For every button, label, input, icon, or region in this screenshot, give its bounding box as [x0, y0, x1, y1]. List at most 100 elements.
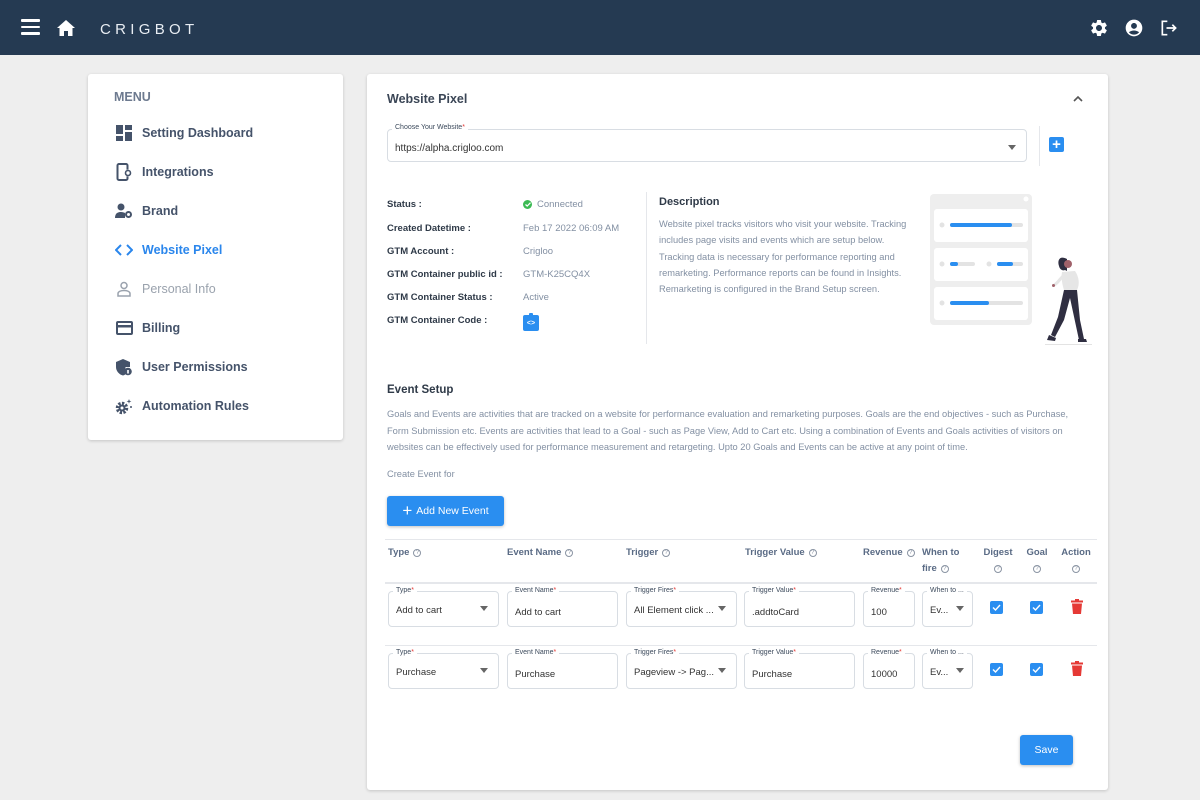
sidebar-item-personal-info[interactable]: Personal Info [115, 278, 216, 300]
info-key: GTM Account : [387, 246, 455, 257]
column-header-digest: Digest? [983, 547, 1013, 573]
help-icon[interactable]: ? [662, 549, 671, 557]
help-icon[interactable]: ? [906, 549, 915, 557]
person-icon [115, 280, 133, 298]
caret-down-icon [956, 668, 964, 673]
info-key: GTM Container Status : [387, 292, 493, 303]
info-key: GTM Container public id : [387, 269, 503, 280]
column-header-revenue: Revenue? [863, 545, 915, 561]
sidebar-item-label: Billing [142, 321, 181, 335]
info-value: Active [523, 292, 549, 303]
status-value: Connected [537, 199, 583, 210]
app-brand: CRIGBOT [100, 21, 199, 38]
caret-down-icon [480, 606, 488, 611]
shield-lock-icon [115, 358, 133, 376]
info-key: Status : [387, 199, 422, 210]
home-icon[interactable] [56, 19, 76, 37]
sidebar-item-integrations[interactable]: Integrations [115, 161, 214, 183]
help-icon[interactable]: ? [413, 549, 422, 557]
sidebar-item-label: User Permissions [142, 360, 248, 374]
credit-card-icon [115, 319, 133, 337]
add-new-event-button[interactable]: + Add New Event [387, 496, 504, 526]
delete-icon[interactable] [1071, 599, 1083, 614]
event-setup-text: Goals and Events are activities that are… [387, 409, 1069, 452]
help-icon[interactable]: ? [808, 549, 817, 557]
plus-icon: + [402, 501, 413, 520]
sidebar-item-automation-rules[interactable]: Automation Rules [115, 395, 249, 417]
column-header-trigger-value: Trigger Value? [745, 545, 817, 561]
help-icon[interactable]: ? [1033, 565, 1041, 573]
type-select[interactable]: Type* Purchase [388, 649, 499, 689]
sidebar-item-label: Setting Dashboard [142, 126, 254, 140]
when-to-fire-select[interactable]: When to ... Ev... [922, 587, 973, 627]
sidebar-item-website-pixel[interactable]: Website Pixel [115, 239, 222, 261]
sidebar-item-billing[interactable]: Billing [115, 317, 180, 339]
info-key: Created Datetime : [387, 223, 471, 234]
event-name-input[interactable]: Event Name* Purchase [507, 649, 618, 689]
goal-checkbox[interactable] [1030, 601, 1043, 614]
divider [385, 645, 1097, 646]
trigger-select[interactable]: Trigger Fires* Pageview -> Pag... [626, 649, 737, 689]
logout-icon[interactable] [1159, 18, 1179, 38]
required-mark: * [462, 124, 465, 131]
caret-down-icon [718, 606, 726, 611]
column-header-event-name: Event Name? [507, 545, 574, 561]
brand-icon [115, 202, 133, 220]
sidebar-item-label: Brand [142, 204, 179, 218]
check-circle-icon [523, 200, 532, 209]
caret-down-icon [956, 606, 964, 611]
gear-icon[interactable] [1089, 18, 1109, 38]
description-text: Website pixel tracks visitors who visit … [659, 219, 907, 295]
sidebar-item-label: Integrations [142, 165, 214, 179]
divider [1039, 126, 1040, 166]
column-header-trigger: Trigger? [626, 545, 671, 561]
info-value: Feb 17 2022 06:09 AM [523, 223, 620, 234]
column-header-type: Type? [388, 545, 422, 561]
events-table-header: Type? Event Name? Trigger? Trigger Value… [385, 539, 1097, 584]
account-circle-icon[interactable] [1124, 18, 1144, 38]
add-new-event-label: Add New Event [416, 505, 489, 517]
help-icon[interactable]: ? [994, 565, 1002, 573]
website-select-label: Choose Your Website [395, 124, 463, 131]
event-name-input[interactable]: Event Name* Add to cart [507, 587, 618, 627]
add-website-button[interactable]: + [1049, 137, 1064, 152]
website-select-value: https://alpha.crigloo.com [395, 143, 504, 154]
info-value: GTM-K25CQ4X [523, 269, 591, 280]
delete-icon[interactable] [1071, 661, 1083, 676]
menu-icon[interactable] [21, 19, 40, 35]
description-title: Description [659, 196, 720, 208]
revenue-input[interactable]: Revenue* 10000 [863, 649, 915, 689]
help-icon[interactable]: ? [1072, 565, 1080, 573]
settings-sidebar: MENU Setting Dashboard Integrations Bran… [88, 74, 343, 440]
info-key: GTM Container Code : [387, 315, 488, 326]
caret-down-icon [1008, 145, 1016, 150]
type-select[interactable]: Type* Add to cart [388, 587, 499, 627]
pixel-illustration [927, 192, 1093, 347]
top-bar: CRIGBOT [0, 0, 1200, 55]
help-icon[interactable]: ? [565, 549, 574, 557]
column-header-when-to-fire: When to fire? [922, 547, 960, 574]
sidebar-item-user-permissions[interactable]: User Permissions [115, 356, 248, 378]
copy-code-button[interactable]: <> [523, 313, 539, 331]
digest-checkbox[interactable] [990, 601, 1003, 614]
sidebar-item-label: Personal Info [142, 282, 216, 296]
gear-sparkle-icon [115, 397, 133, 415]
info-value: Crigloo [523, 246, 554, 257]
revenue-input[interactable]: Revenue* 100 [863, 587, 915, 627]
sidebar-item-brand[interactable]: Brand [115, 200, 178, 222]
code-icon [115, 241, 133, 259]
save-button[interactable]: Save [1020, 735, 1073, 765]
chevron-up-icon[interactable] [1071, 92, 1085, 106]
trigger-value-input[interactable]: Trigger Value* .addtoCard [744, 587, 855, 627]
help-icon[interactable]: ? [940, 565, 949, 573]
integrations-icon [115, 163, 133, 181]
trigger-select[interactable]: Trigger Fires* All Element click ... [626, 587, 737, 627]
when-to-fire-select[interactable]: When to ... Ev... [922, 649, 973, 689]
digest-checkbox[interactable] [990, 663, 1003, 676]
column-header-goal: Goal? [1026, 547, 1048, 573]
sidebar-item-label: Automation Rules [142, 399, 249, 413]
trigger-value-input[interactable]: Trigger Value* Purchase [744, 649, 855, 689]
sidebar-item-setting-dashboard[interactable]: Setting Dashboard [115, 122, 253, 144]
website-select[interactable]: Choose Your Website* https://alpha.crigl… [387, 124, 1027, 162]
goal-checkbox[interactable] [1030, 663, 1043, 676]
